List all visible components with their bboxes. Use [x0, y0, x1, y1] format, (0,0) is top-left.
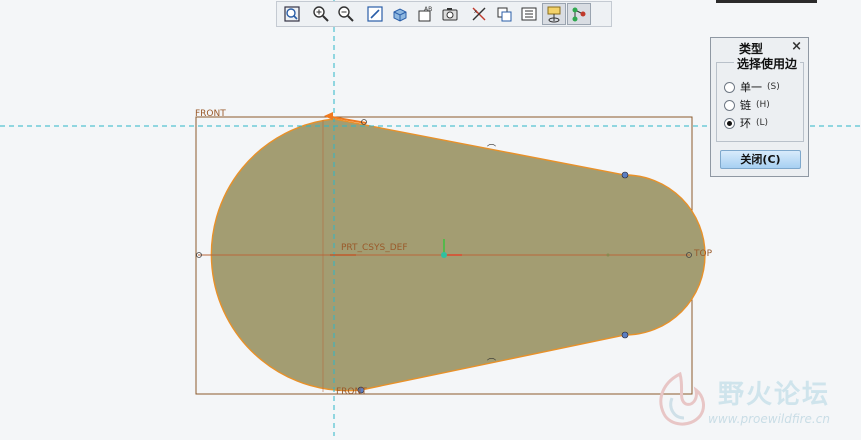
spin-center-button[interactable]	[567, 3, 591, 25]
saved-view-icon: AB	[418, 6, 432, 22]
tangent-marker: ⌒	[487, 144, 496, 155]
radio-button-selected[interactable]	[724, 117, 735, 129]
datum-axis-display-button[interactable]	[492, 3, 516, 25]
view-manager-icon	[442, 8, 458, 21]
watermark-url: www.proewildfire.cn	[708, 412, 830, 426]
radio-label: 链	[740, 99, 751, 112]
front-label-bottom: FRONT	[336, 387, 367, 397]
close-icon[interactable]: ×	[791, 39, 802, 54]
radio-hotkey: (S)	[767, 82, 780, 92]
radio-label: 环	[740, 117, 751, 130]
repaint-button[interactable]	[363, 3, 387, 25]
svg-text:x: x	[474, 9, 477, 15]
zoom-out-icon	[338, 6, 354, 22]
datum-axis-display-icon	[497, 7, 512, 22]
radio-button[interactable]	[724, 99, 735, 111]
zoom-in-icon	[313, 6, 329, 22]
point-display-icon	[521, 7, 537, 21]
view-toolbar: AB x	[276, 1, 612, 27]
arrow-head-icon	[324, 112, 333, 120]
tangent-marker: ⌒	[487, 358, 496, 369]
vertex-point[interactable]	[621, 171, 629, 179]
top-label: TOP	[693, 249, 713, 259]
radio-option-chain[interactable]: 链 (H)	[724, 97, 770, 113]
view-manager-button[interactable]	[438, 3, 462, 25]
svg-text:AB: AB	[424, 6, 432, 13]
watermark-name: 野火论坛	[718, 380, 831, 410]
radio-option-single[interactable]: 单一 (S)	[724, 79, 780, 95]
zoom-out-button[interactable]	[334, 3, 358, 25]
point-display-button[interactable]	[517, 3, 541, 25]
watermark: 野火论坛 www.proewildfire.cn	[650, 368, 855, 432]
zoom-fit-icon	[284, 6, 300, 22]
saved-view-button[interactable]: AB	[413, 3, 437, 25]
datum-plane-display-icon: x	[472, 7, 486, 21]
repaint-icon	[367, 6, 383, 22]
display-style-icon	[393, 8, 407, 22]
display-style-button[interactable]	[388, 3, 412, 25]
spin-center-icon	[572, 7, 586, 22]
radio-label: 单一	[740, 81, 762, 94]
csys-display-icon	[547, 6, 561, 23]
front-label-top: FRONT	[195, 109, 226, 119]
datum-plane-display-button[interactable]: x	[467, 3, 491, 25]
radio-option-loop[interactable]: 环 (L)	[724, 115, 768, 131]
group-label: 选择使用边	[734, 55, 801, 72]
center-point	[606, 253, 610, 257]
zoom-in-button[interactable]	[309, 3, 333, 25]
radio-button[interactable]	[724, 81, 735, 93]
close-button[interactable]: 关闭(C)	[720, 150, 801, 169]
vertex-point[interactable]	[621, 331, 629, 339]
flame-logo-icon	[659, 371, 705, 426]
csys-label: PRT_CSYS_DEF	[341, 243, 408, 253]
zoom-fit-button[interactable]	[280, 3, 304, 25]
chain-type-dialog: 类型 × 选择使用边 单一 (S) 链 (H) 环 (L) 关闭(C)	[710, 37, 809, 177]
csys-display-button[interactable]	[542, 3, 566, 25]
csys-origin	[441, 252, 447, 258]
radio-hotkey: (H)	[756, 100, 770, 110]
radio-hotkey: (L)	[756, 118, 769, 128]
window-edge-bar	[716, 0, 817, 3]
